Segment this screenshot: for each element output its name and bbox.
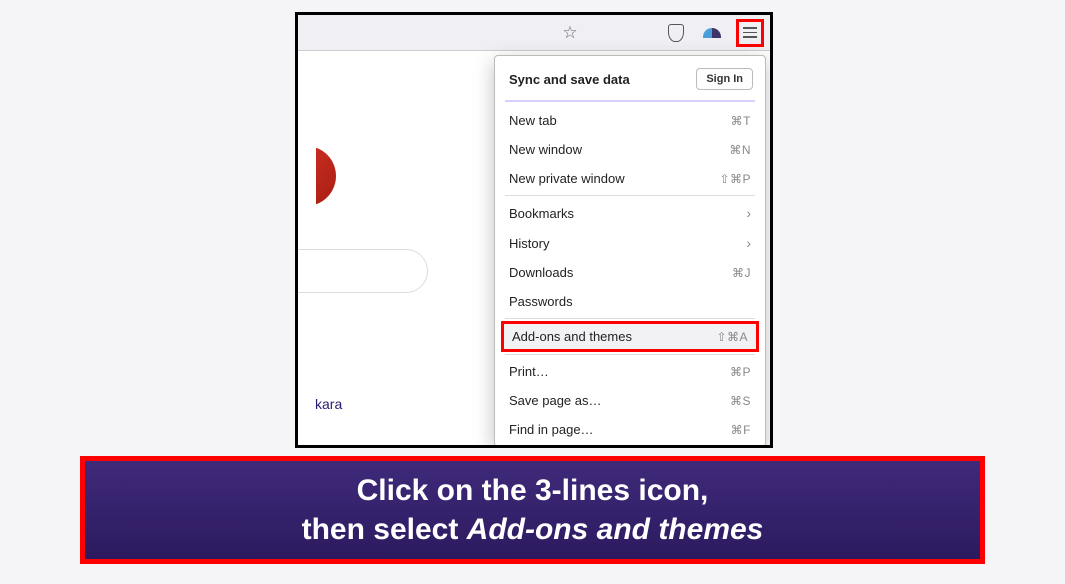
menu-item-label: New window <box>509 142 582 157</box>
background-link-text[interactable]: kara <box>315 396 342 412</box>
caption-line1: Click on the 3-lines icon, <box>357 471 709 510</box>
extension-icon[interactable] <box>700 21 724 45</box>
menu-item-shortcut: ⇧⌘A <box>716 330 748 344</box>
instruction-caption: Click on the 3-lines icon, then select A… <box>80 456 985 564</box>
bookmark-star-icon[interactable]: ☆ <box>558 21 582 45</box>
sign-in-button[interactable]: Sign In <box>696 68 753 90</box>
menu-item-label: Save page as… <box>509 393 602 408</box>
menu-item-save-page-as[interactable]: Save page as… ⌘S <box>495 386 765 415</box>
toolbar: ☆ <box>298 15 770 51</box>
menu-item-shortcut: ⇧⌘P <box>719 172 751 186</box>
sync-label: Sync and save data <box>509 72 630 87</box>
separator <box>505 318 755 319</box>
shield-icon[interactable] <box>664 21 688 45</box>
menu-item-label: Find in page… <box>509 422 594 437</box>
menu-item-shortcut: ⌘S <box>730 394 751 408</box>
menu-item-new-tab[interactable]: New tab ⌘T <box>495 106 765 135</box>
menu-item-new-private-window[interactable]: New private window ⇧⌘P <box>495 164 765 193</box>
chevron-right-icon: › <box>746 205 751 221</box>
menu-item-bookmarks[interactable]: Bookmarks › <box>495 198 765 228</box>
menu-item-shortcut: ⌘T <box>731 114 751 128</box>
menu-item-passwords[interactable]: Passwords <box>495 287 765 316</box>
menu-item-label: Bookmarks <box>509 206 574 221</box>
separator <box>505 100 755 102</box>
search-pill[interactable] <box>295 249 428 293</box>
hamburger-menu-button[interactable] <box>736 19 764 47</box>
app-menu: Sync and save data Sign In New tab ⌘T Ne… <box>494 55 766 447</box>
separator <box>505 354 755 355</box>
menu-item-label: Add-ons and themes <box>512 329 632 344</box>
menu-item-label: New tab <box>509 113 557 128</box>
sync-row: Sync and save data Sign In <box>495 56 765 100</box>
menu-item-addons-themes[interactable]: Add-ons and themes ⇧⌘A <box>501 321 759 352</box>
menu-item-shortcut: ⌘J <box>732 266 751 280</box>
logo-fragment <box>316 146 338 216</box>
menu-item-label: Passwords <box>509 294 573 309</box>
menu-item-label: History <box>509 236 549 251</box>
menu-item-downloads[interactable]: Downloads ⌘J <box>495 258 765 287</box>
chevron-right-icon: › <box>746 235 751 251</box>
menu-item-history[interactable]: History › <box>495 228 765 258</box>
menu-item-shortcut: ⌘N <box>729 143 751 157</box>
menu-item-label: New private window <box>509 171 625 186</box>
menu-item-label: Print… <box>509 364 549 379</box>
menu-item-shortcut: ⌘F <box>731 423 751 437</box>
caption-line2: then select Add-ons and themes <box>302 510 764 549</box>
menu-item-find-in-page[interactable]: Find in page… ⌘F <box>495 415 765 444</box>
browser-window: ☆ kara Sync and save data Sign In New ta… <box>295 12 773 448</box>
separator <box>505 195 755 196</box>
menu-item-print[interactable]: Print… ⌘P <box>495 357 765 386</box>
menu-item-new-window[interactable]: New window ⌘N <box>495 135 765 164</box>
menu-item-label: Downloads <box>509 265 573 280</box>
menu-item-shortcut: ⌘P <box>730 365 751 379</box>
